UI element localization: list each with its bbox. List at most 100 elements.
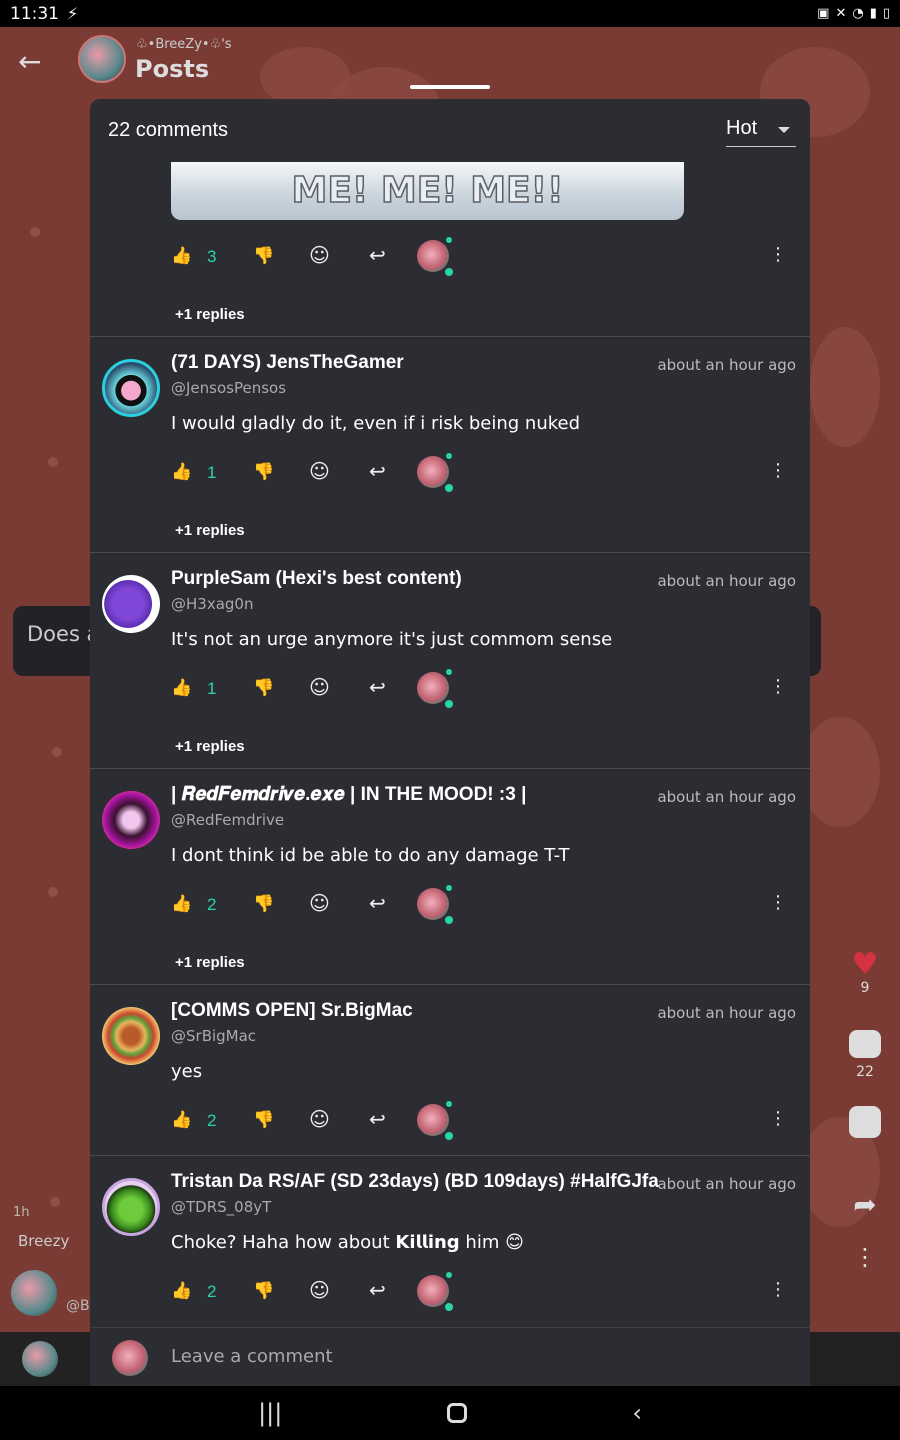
thumbs-up-icon[interactable]: 👍 [171, 678, 192, 698]
commenter-name[interactable]: | 𝑹𝒆𝒅𝑭𝒆𝒎𝒅𝒓𝒊𝒗𝒆.𝒆𝒙𝒆 | IN THE MOOD! :3 | [171, 784, 526, 806]
commenter-avatar[interactable] [102, 1007, 160, 1065]
comment-text: It's not an urge anymore it's just commo… [171, 629, 613, 650]
reaction-sticker[interactable] [417, 885, 453, 924]
reaction-sticker[interactable] [417, 237, 453, 276]
comment-composer[interactable]: Leave a comment [90, 1327, 810, 1386]
page-title: Posts [135, 55, 210, 83]
view-replies-link[interactable]: +1 replies [175, 954, 245, 971]
author-name: ♧•BreeZy•♧'s [136, 37, 232, 52]
like-count: 1 [207, 463, 217, 482]
reply-icon[interactable]: ↩ [369, 891, 386, 915]
commenter-handle: @TDRS_08yT [171, 1198, 272, 1216]
background-shape [800, 717, 880, 827]
post-age: 1h [13, 1205, 30, 1220]
divider [90, 336, 810, 337]
reply-icon[interactable]: ↩ [369, 459, 386, 483]
status-icons: ▣ ✕ ◔ ▮ ▯ [817, 6, 890, 21]
comment-time: about an hour ago [657, 572, 796, 590]
commenter-handle: @SrBigMac [171, 1027, 257, 1045]
caret-down-icon [778, 127, 790, 133]
commenter-name[interactable]: (71 DAYS) JensTheGamer [171, 352, 404, 374]
share-icon[interactable]: ➦ [845, 1188, 885, 1221]
add-reaction-icon[interactable]: ☺ [309, 243, 330, 267]
view-replies-link[interactable]: +1 replies [175, 738, 245, 755]
thumbs-up-icon[interactable]: 👍 [171, 462, 192, 482]
author-avatar[interactable] [78, 35, 126, 83]
add-reaction-icon[interactable]: ☺ [309, 675, 330, 699]
commenter-handle: @H3xag0n [171, 595, 254, 613]
comment-input[interactable]: Leave a comment [171, 1346, 333, 1367]
comment-actions: 👍 2 👎 ☺ ↩ ⋮ [171, 885, 801, 928]
reply-icon[interactable]: ↩ [369, 243, 386, 267]
thumbs-down-icon[interactable]: 👎 [253, 462, 274, 482]
view-replies-link[interactable]: +1 replies [175, 522, 245, 539]
thumbs-down-icon[interactable]: 👎 [253, 1110, 274, 1130]
sheet-header: 22 comments Hot [90, 99, 810, 163]
comment-actions: 👍 3 👎 ☺ ↩ ⋮ [171, 237, 801, 280]
more-options-icon[interactable]: ⋮ [769, 676, 787, 697]
divider [90, 768, 810, 769]
image-caption: ME! ME! ME!! [291, 169, 565, 212]
post-actions: ♥ 9 22 ➦ ⋮ [845, 950, 885, 1271]
recents-icon[interactable]: ||| [258, 1399, 282, 1427]
comment-actions: 👍 1 👎 ☺ ↩ ⋮ [171, 453, 801, 496]
comment-text: I dont think id be able to do any damage… [171, 845, 570, 866]
add-reaction-icon[interactable]: ☺ [309, 1107, 330, 1131]
commenter-name[interactable]: Tristan Da RS/AF (SD 23days) (BD 109days… [171, 1171, 659, 1193]
reaction-sticker[interactable] [417, 453, 453, 492]
reply-icon[interactable]: ↩ [369, 675, 386, 699]
commenter-name[interactable]: [COMMS OPEN] Sr.BigMac [171, 1000, 413, 1022]
thumbs-down-icon[interactable]: 👎 [253, 246, 274, 266]
sort-dropdown[interactable]: Hot [726, 117, 796, 147]
thumbs-up-icon[interactable]: 👍 [171, 246, 192, 266]
reply-icon[interactable]: ↩ [369, 1278, 386, 1302]
more-options-icon[interactable]: ⋮ [769, 1108, 787, 1129]
commenter-avatar[interactable] [102, 575, 160, 633]
thumbs-down-icon[interactable]: 👎 [253, 1281, 274, 1301]
comment-text: Choke? Haha how about 𝗞𝗶𝗹𝗹𝗶𝗻𝗴 him 😊 [171, 1232, 524, 1253]
add-reaction-icon[interactable]: ☺ [309, 459, 330, 483]
thumbs-up-icon[interactable]: 👍 [171, 894, 192, 914]
thumbs-up-icon[interactable]: 👍 [171, 1281, 192, 1301]
user-avatar [112, 1340, 148, 1376]
comment-time: about an hour ago [657, 356, 796, 374]
post-author-tag: Breezy [18, 1232, 70, 1250]
back-arrow-icon[interactable]: ← [18, 45, 41, 78]
reply-icon[interactable]: ↩ [369, 1107, 386, 1131]
like-count: 2 [207, 1282, 217, 1301]
post-text-preview: Does a [27, 622, 100, 646]
view-replies-link[interactable]: +1 replies [175, 306, 245, 323]
commenter-handle: @RedFemdrive [171, 811, 285, 829]
reaction-sticker[interactable] [417, 1272, 453, 1311]
comment-image[interactable]: ME! ME! ME!! [171, 162, 684, 220]
commenter-avatar[interactable] [102, 359, 160, 417]
post-author-avatar[interactable] [11, 1270, 57, 1316]
reaction-sticker[interactable] [417, 1101, 453, 1140]
background-dot [50, 1197, 60, 1207]
add-reaction-icon[interactable]: ☺ [309, 891, 330, 915]
commenter-handle: @JensosPensos [171, 379, 287, 397]
lock-icon: ▣ [817, 6, 830, 21]
more-options-icon[interactable]: ⋮ [769, 244, 787, 265]
reaction-sticker[interactable] [417, 669, 453, 708]
more-options-icon[interactable]: ⋮ [769, 460, 787, 481]
home-icon[interactable] [447, 1403, 468, 1423]
more-options-icon[interactable]: ⋮ [769, 1279, 787, 1300]
add-reaction-icon[interactable]: ☺ [309, 1278, 330, 1302]
thumbs-up-icon[interactable]: 👍 [171, 1110, 192, 1130]
back-icon[interactable]: ‹ [632, 1399, 642, 1427]
more-options-icon[interactable]: ⋮ [845, 1243, 885, 1271]
sheet-drag-handle[interactable] [410, 85, 490, 89]
commenter-avatar[interactable] [102, 791, 160, 849]
heart-icon[interactable]: ♥ [845, 950, 885, 980]
more-options-icon[interactable]: ⋮ [769, 892, 787, 913]
comment-actions: 👍 1 👎 ☺ ↩ ⋮ [171, 669, 801, 712]
sticker-icon[interactable] [849, 1106, 881, 1138]
commenter-avatar[interactable] [102, 1178, 160, 1236]
comments-sheet: 22 comments Hot ME! ME! ME!! 👍 3 👎 ☺ ↩ ⋮… [90, 99, 810, 1386]
thumbs-down-icon[interactable]: 👎 [253, 894, 274, 914]
comment-icon[interactable] [849, 1030, 881, 1058]
like-count: 2 [207, 895, 217, 914]
thumbs-down-icon[interactable]: 👎 [253, 678, 274, 698]
commenter-name[interactable]: PurpleSam (Hexi's best content) [171, 568, 462, 590]
